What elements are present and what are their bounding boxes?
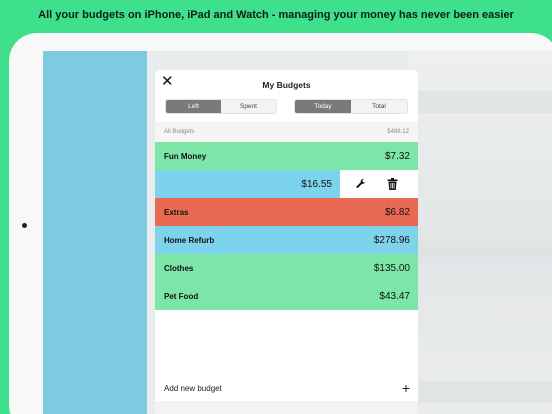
- trash-icon[interactable]: [387, 178, 398, 190]
- ipad-device-frame: ✕ My Budgets Left Spent Today Total All …: [9, 33, 552, 414]
- budget-amount: $16.55: [301, 179, 332, 190]
- budget-amount: $278.96: [373, 235, 410, 246]
- panel-bottom-strip: [155, 401, 418, 414]
- page-title: My Budgets: [262, 80, 311, 90]
- budget-row-exercise-swiped: rcise $16.55: [155, 170, 418, 198]
- add-new-budget-button[interactable]: Add new budget +: [155, 377, 418, 401]
- budget-amount: $135.00: [373, 263, 410, 274]
- budget-row-exercise[interactable]: rcise $16.55: [155, 170, 340, 198]
- plus-icon: +: [401, 380, 410, 396]
- all-budgets-summary: All Budgets $488.12: [155, 122, 418, 142]
- budget-row-extras[interactable]: Extras $6.82: [155, 198, 418, 226]
- today-total-toggle: Today Total: [294, 99, 408, 114]
- budget-name: Extras: [164, 208, 189, 217]
- toggle-left[interactable]: Left: [166, 100, 221, 113]
- marketing-tagline: All your budgets on iPhone, iPad and Wat…: [38, 9, 514, 21]
- wrench-icon[interactable]: [355, 178, 367, 190]
- summary-label: All Budgets: [164, 129, 195, 135]
- background-blur-band: [413, 381, 552, 403]
- summary-amount: $488.12: [387, 129, 409, 135]
- swipe-actions: [340, 170, 418, 198]
- background-blur-band: [413, 241, 552, 263]
- budget-row-fun-money[interactable]: Fun Money $7.32: [155, 142, 418, 170]
- budget-name: Fun Money: [164, 152, 207, 161]
- panel-header: ✕ My Budgets: [155, 70, 418, 95]
- budget-amount: $43.47: [379, 291, 410, 302]
- budget-amount: $6.82: [384, 207, 410, 218]
- left-spent-toggle: Left Spent: [165, 99, 277, 114]
- add-budget-label: Add new budget: [164, 384, 222, 393]
- budget-name: Pet Food: [164, 292, 199, 301]
- budget-name: Home Refurb: [164, 236, 215, 245]
- budgets-panel: ✕ My Budgets Left Spent Today Total All …: [155, 70, 418, 414]
- budget-name: Clothes: [164, 264, 194, 273]
- budget-row-pet-food[interactable]: Pet Food $43.47: [155, 282, 418, 310]
- toggle-total[interactable]: Total: [351, 100, 407, 113]
- budget-row-clothes[interactable]: Clothes $135.00: [155, 254, 418, 282]
- background-blurred-left: [43, 51, 147, 414]
- budget-amount: $7.32: [384, 151, 410, 162]
- background-blur-band: [413, 91, 552, 113]
- ipad-screen: ✕ My Budgets Left Spent Today Total All …: [43, 51, 552, 414]
- budget-row-home-refurb[interactable]: Home Refurb $278.96: [155, 226, 418, 254]
- toggle-spent[interactable]: Spent: [221, 100, 276, 113]
- toggle-today[interactable]: Today: [295, 100, 351, 113]
- camera-dot: [22, 223, 27, 228]
